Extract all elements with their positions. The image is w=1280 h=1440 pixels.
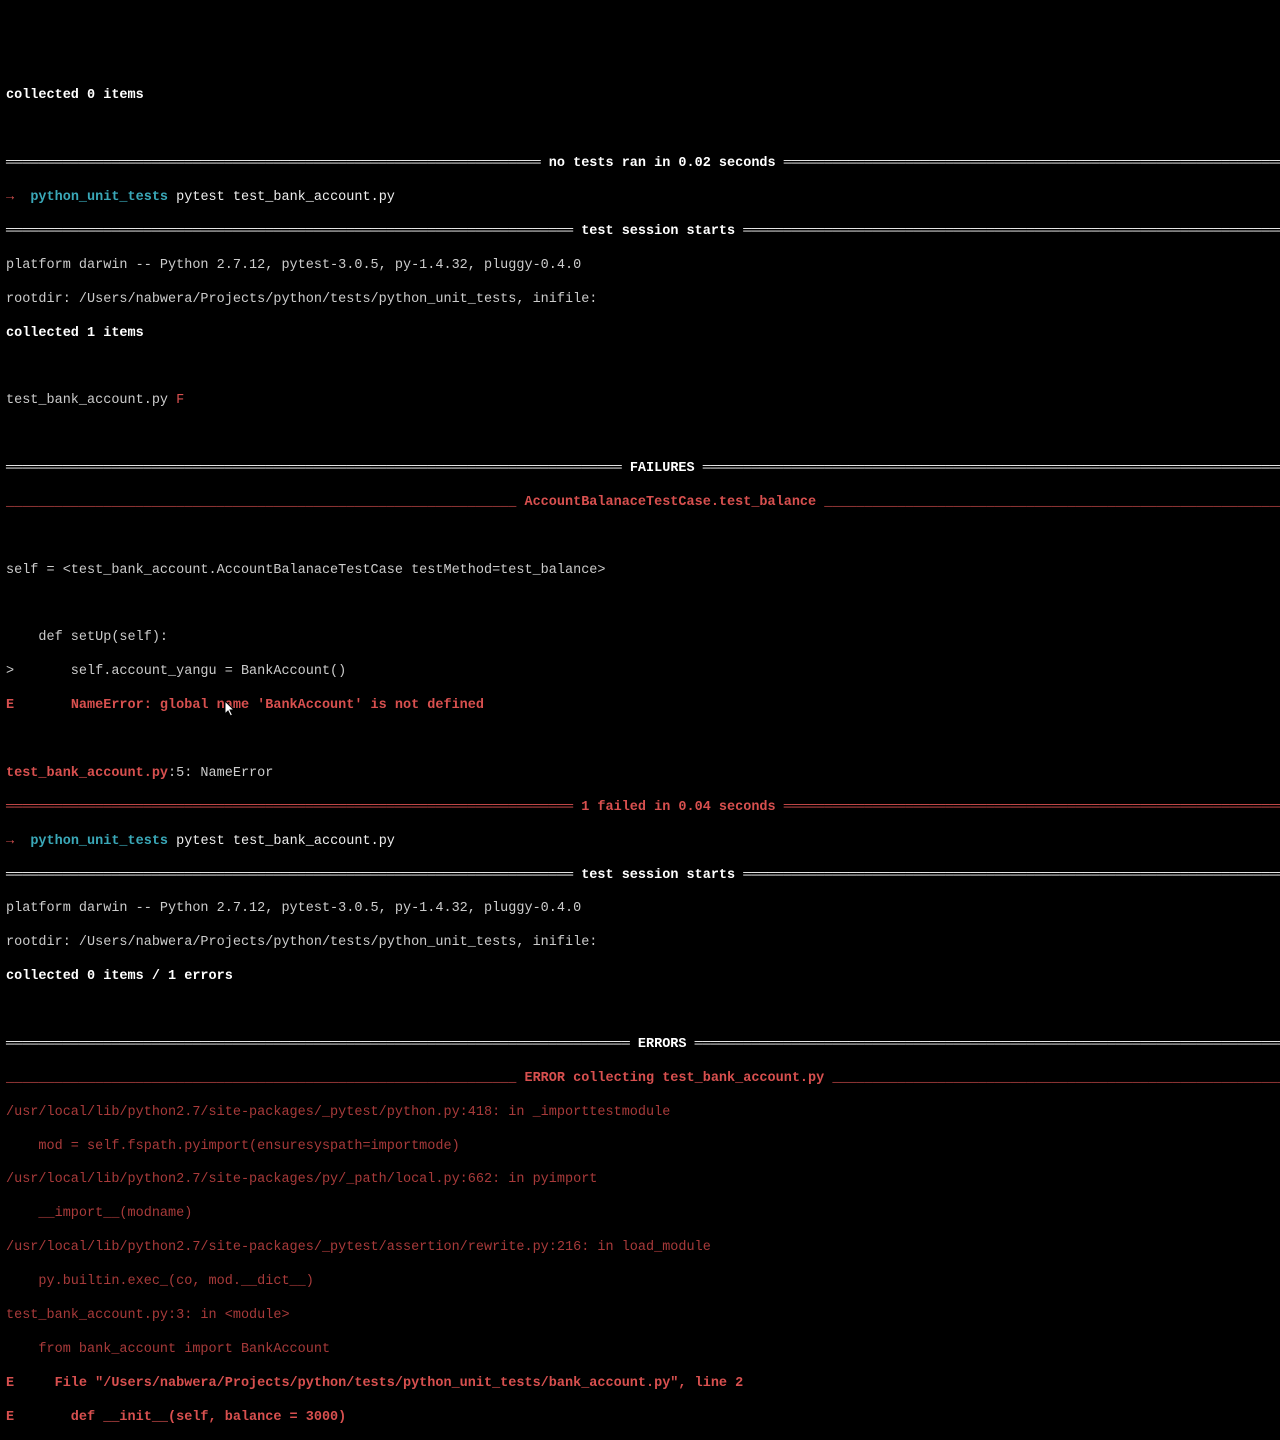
traceback-line: mod = self.fspath.pyimport(ensuresyspath… xyxy=(6,1139,1274,1156)
prompt-line-1: → python_unit_tests pytest test_bank_acc… xyxy=(6,190,1274,207)
trace-self: self = <test_bank_account.AccountBalanac… xyxy=(6,563,1274,580)
blank xyxy=(6,529,1274,546)
trace-location: test_bank_account.py:5: NameError xyxy=(6,766,1274,783)
failure-test-name: ________________________________________… xyxy=(6,495,1274,512)
error-line: E def __init__(self, balance = 3000) xyxy=(6,1410,1274,1427)
rootdir-info: rootdir: /Users/nabwera/Projects/python/… xyxy=(6,292,1274,309)
platform-info: platform darwin -- Python 2.7.12, pytest… xyxy=(6,258,1274,275)
trace-call: > self.account_yangu = BankAccount() xyxy=(6,664,1274,681)
failed-summary-divider: ════════════════════════════════════════… xyxy=(6,800,1274,817)
blank xyxy=(6,732,1274,749)
blank xyxy=(6,359,1274,376)
traceback-line: __import__(modname) xyxy=(6,1206,1274,1223)
test-file-result: test_bank_account.py F xyxy=(6,393,1274,410)
prompt-line-2: → python_unit_tests pytest test_bank_acc… xyxy=(6,834,1274,851)
traceback-line: /usr/local/lib/python2.7/site-packages/p… xyxy=(6,1172,1274,1189)
blank xyxy=(6,122,1274,139)
traceback-line: test_bank_account.py:3: in <module> xyxy=(6,1308,1274,1325)
trace-error: E NameError: global name 'BankAccount' i… xyxy=(6,698,1274,715)
traceback-line: /usr/local/lib/python2.7/site-packages/_… xyxy=(6,1240,1274,1257)
session-start-divider: ════════════════════════════════════════… xyxy=(6,868,1274,885)
collected-count: collected 0 items / 1 errors xyxy=(6,969,1274,986)
collected-count: collected 0 items xyxy=(6,88,1274,105)
traceback-line: /usr/local/lib/python2.7/site-packages/_… xyxy=(6,1105,1274,1122)
collected-count: collected 1 items xyxy=(6,326,1274,343)
failures-divider: ════════════════════════════════════════… xyxy=(6,461,1274,478)
error-line: E File "/Users/nabwera/Projects/python/t… xyxy=(6,1376,1274,1393)
trace-def: def setUp(self): xyxy=(6,630,1274,647)
platform-info: platform darwin -- Python 2.7.12, pytest… xyxy=(6,901,1274,918)
blank xyxy=(6,597,1274,614)
blank xyxy=(6,1003,1274,1020)
no-tests-divider: ════════════════════════════════════════… xyxy=(6,156,1274,173)
collect-error-line: ________________________________________… xyxy=(6,1071,1274,1088)
errors-divider: ════════════════════════════════════════… xyxy=(6,1037,1274,1054)
session-start-divider: ════════════════════════════════════════… xyxy=(6,224,1274,241)
terminal-output[interactable]: collected 0 items ══════════════════════… xyxy=(6,72,1274,1440)
rootdir-info: rootdir: /Users/nabwera/Projects/python/… xyxy=(6,935,1274,952)
blank xyxy=(6,427,1274,444)
traceback-line: py.builtin.exec_(co, mod.__dict__) xyxy=(6,1274,1274,1291)
traceback-line: from bank_account import BankAccount xyxy=(6,1342,1274,1359)
